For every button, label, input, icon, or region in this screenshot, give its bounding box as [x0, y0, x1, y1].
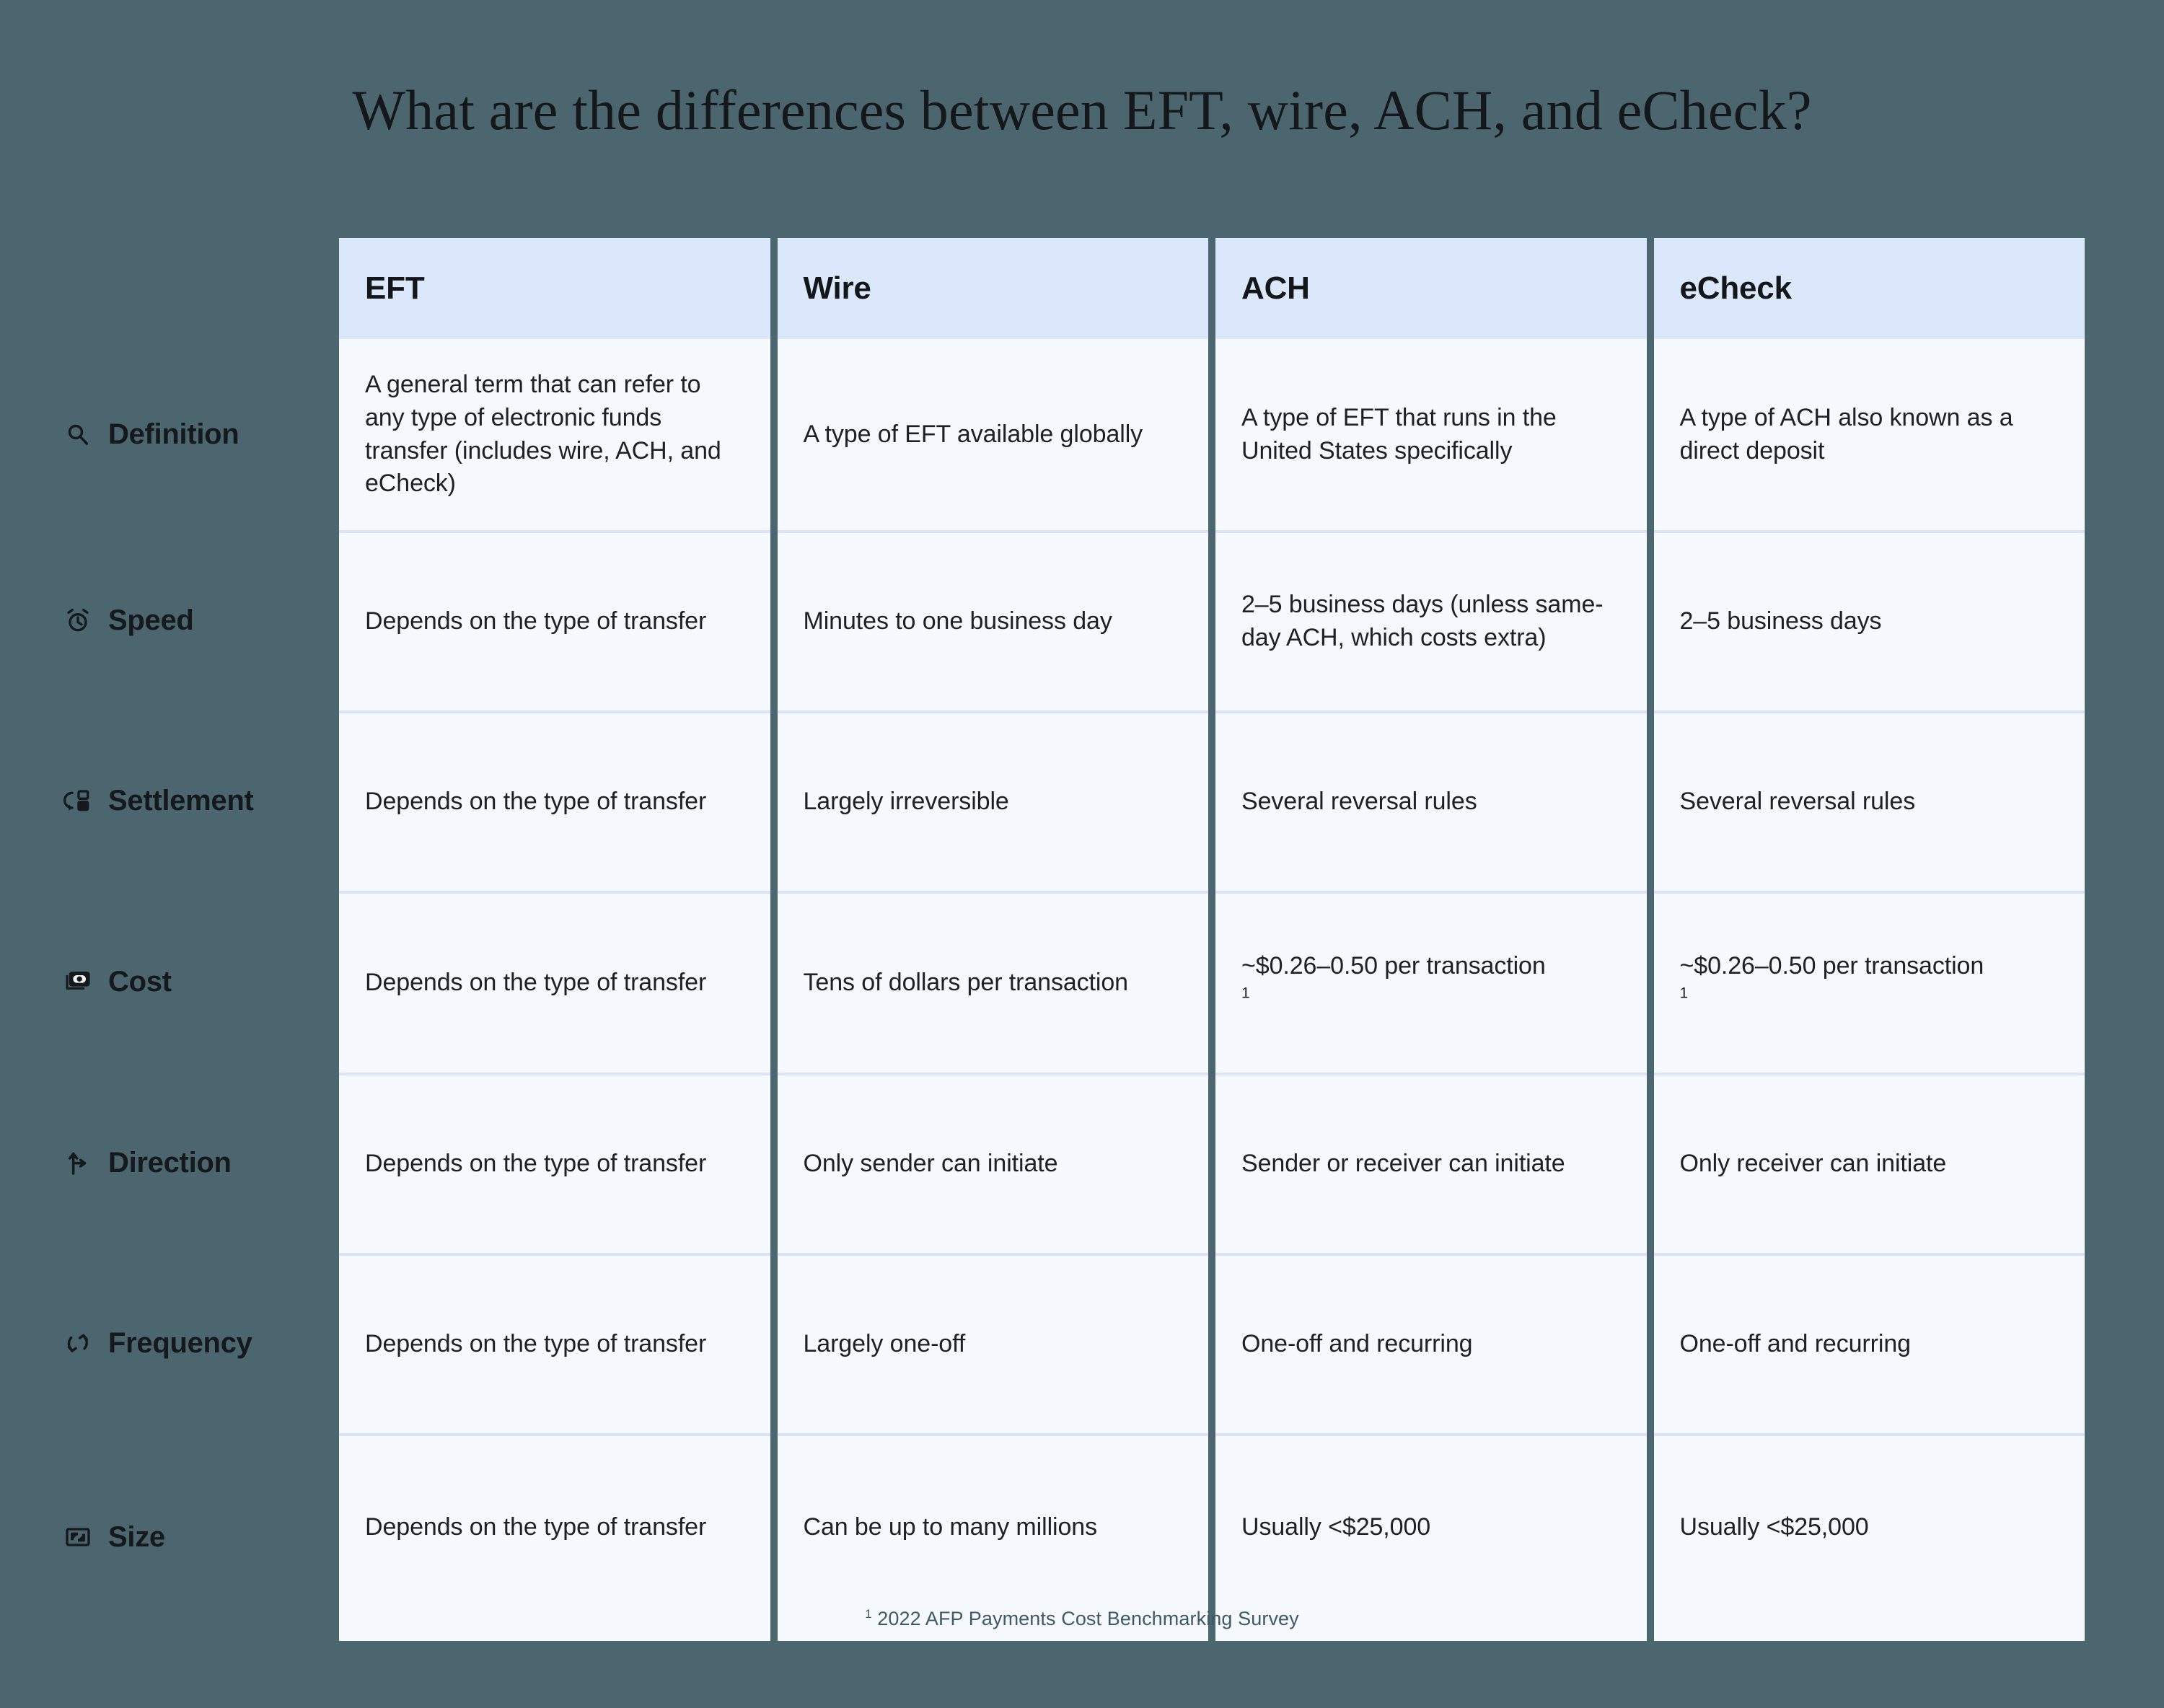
- table-row: Depends on the type of transfer Minutes …: [339, 530, 2085, 710]
- table-row: A general term that can refer to any typ…: [339, 339, 2085, 530]
- cell-speed-wire: Minutes to one business day: [777, 530, 1208, 710]
- column-header-ach: ACH: [1215, 238, 1647, 339]
- row-label-settlement: Settlement: [63, 784, 254, 816]
- cell-definition-wire: A type of EFT available globally: [777, 339, 1208, 530]
- table-header: EFT Wire ACH eCheck: [339, 238, 2085, 339]
- cell-settlement-wire: Largely irreversible: [777, 710, 1208, 891]
- row-label-text: Cost: [108, 965, 172, 998]
- column-header-eft: EFT: [339, 238, 770, 339]
- table-header-row: EFT Wire ACH eCheck: [339, 238, 2085, 339]
- footnote-marker-source: 1: [865, 1607, 872, 1621]
- cell-settlement-ach: Several reversal rules: [1215, 710, 1647, 891]
- cell-settlement-echeck: Several reversal rules: [1653, 710, 2085, 891]
- cell-frequency-wire: Largely one-off: [777, 1253, 1208, 1433]
- row-label-size: Size: [63, 1520, 165, 1553]
- cell-frequency-ach: One-off and recurring: [1215, 1253, 1647, 1433]
- row-label-text: Speed: [108, 604, 194, 636]
- cell-speed-ach: 2–5 business days (unless same-day ACH, …: [1215, 530, 1647, 710]
- footnote-marker: 1: [1241, 985, 1250, 1002]
- cell-direction-echeck: Only receiver can initiate: [1653, 1073, 2085, 1253]
- row-label-text: Frequency: [108, 1326, 252, 1359]
- cell-definition-ach: A type of EFT that runs in the United St…: [1215, 339, 1647, 530]
- cell-settlement-eft: Depends on the type of transfer: [339, 710, 770, 891]
- cell-speed-echeck: 2–5 business days: [1653, 530, 2085, 710]
- footnote-text: 2022 AFP Payments Cost Benchmarking Surv…: [877, 1608, 1299, 1629]
- page-title: What are the differences between EFT, wi…: [352, 79, 1812, 141]
- cell-cost-eft: Depends on the type of transfer: [339, 891, 770, 1073]
- row-label-direction: Direction: [63, 1146, 232, 1179]
- comparison-table-container: Definition Speed Settlement Cost Direction Fr…: [0, 238, 2164, 1641]
- cell-cost-wire: Tens of dollars per transaction: [777, 891, 1208, 1073]
- cell-direction-ach: Sender or receiver can initiate: [1215, 1073, 1647, 1253]
- search-icon: [63, 421, 92, 449]
- cell-cost-echeck: ~$0.26–0.50 per transaction 1: [1653, 891, 2085, 1073]
- cell-frequency-eft: Depends on the type of transfer: [339, 1253, 770, 1433]
- fork-arrow-icon: [63, 1148, 92, 1177]
- row-label-text: Definition: [108, 418, 239, 450]
- table-row: Depends on the type of transfer Largely …: [339, 710, 2085, 891]
- table-footnote: 1 2022 AFP Payments Cost Benchmarking Su…: [0, 1608, 2164, 1630]
- comparison-table: EFT Wire ACH eCheck A general term that …: [332, 238, 2092, 1641]
- cell-cost-ach: ~$0.26–0.50 per transaction 1: [1215, 891, 1647, 1073]
- row-label-definition: Definition: [63, 418, 239, 450]
- resize-frame-icon: [63, 1523, 92, 1551]
- cell-speed-eft: Depends on the type of transfer: [339, 530, 770, 710]
- row-label-text: Size: [108, 1520, 165, 1553]
- banknotes-icon: [63, 967, 92, 996]
- cell-definition-echeck: A type of ACH also known as a direct dep…: [1653, 339, 2085, 530]
- footnote-marker: 1: [1679, 985, 1689, 1002]
- table-row: Depends on the type of transfer Only sen…: [339, 1073, 2085, 1253]
- cell-direction-eft: Depends on the type of transfer: [339, 1073, 770, 1253]
- table-body: A general term that can refer to any typ…: [339, 339, 2085, 1641]
- cell-definition-eft: A general term that can refer to any typ…: [339, 339, 770, 530]
- row-label-frequency: Frequency: [63, 1326, 252, 1359]
- row-label-text: Direction: [108, 1146, 232, 1179]
- row-label-text: Settlement: [108, 784, 254, 816]
- table-row: Depends on the type of transfer Largely …: [339, 1253, 2085, 1433]
- cell-direction-wire: Only sender can initiate: [777, 1073, 1208, 1253]
- column-header-echeck: eCheck: [1653, 238, 2085, 339]
- refresh-cycle-icon: [63, 1329, 92, 1357]
- alarm-clock-icon: [63, 606, 92, 635]
- card-return-icon: [63, 786, 92, 815]
- row-label-cost: Cost: [63, 965, 172, 998]
- cell-frequency-echeck: One-off and recurring: [1653, 1253, 2085, 1433]
- column-header-wire: Wire: [777, 238, 1208, 339]
- row-label-speed: Speed: [63, 604, 194, 636]
- table-row: Depends on the type of transfer Tens of …: [339, 891, 2085, 1073]
